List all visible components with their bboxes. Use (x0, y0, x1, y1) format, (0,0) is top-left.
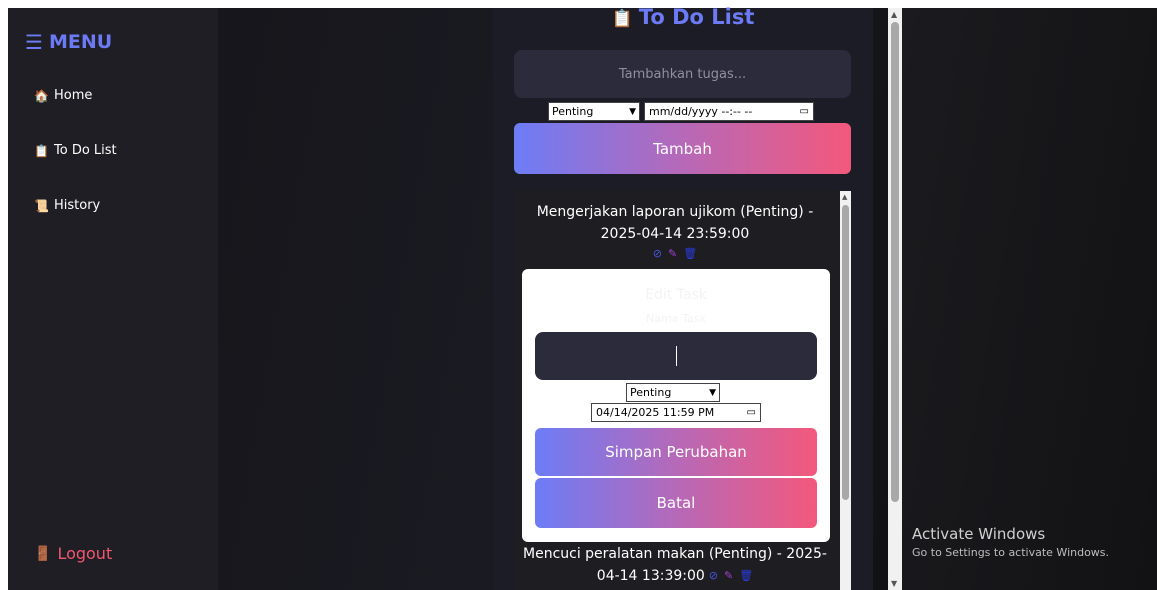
edit-task-input[interactable] (535, 332, 817, 380)
edit-priority-select[interactable]: Penting ▼ (626, 383, 720, 402)
task-text-line: Mencuci peralatan makan (Penting) - 2025… (523, 546, 827, 562)
deadline-placeholder: mm/dd/yyyy --:-- -- (649, 105, 753, 118)
sidebar-item-todo[interactable]: 📋 To Do List (34, 143, 117, 158)
scroll-icon: 📜 (34, 198, 49, 213)
menu-title: ☰ MENU (25, 30, 112, 54)
logout-label: Logout (57, 544, 113, 563)
clipboard-icon: 📋 (34, 143, 49, 158)
deadline-input[interactable]: mm/dd/yyyy --:-- -- ▭ (644, 102, 814, 121)
task-text-line: 2025-04-14 23:59:00 (600, 226, 750, 242)
sidebar-item-history[interactable]: 📜 History (34, 198, 100, 213)
sidebar-item-label: To Do List (54, 143, 117, 158)
modal-title: Edit Task (645, 287, 707, 303)
chevron-down-icon: ▼ (629, 106, 636, 117)
trash-icon[interactable]: 🗑 (683, 247, 697, 260)
priority-select[interactable]: Penting ▼ (548, 102, 640, 121)
logout-link[interactable]: 🚪 Logout (34, 544, 112, 563)
window-scrollbar[interactable]: ▲ ▼ (888, 8, 902, 590)
edit-deadline-value: 04/14/2025 11:59 PM (596, 406, 715, 419)
edit-priority-value: Penting (630, 386, 672, 399)
home-icon: 🏠 (34, 88, 49, 103)
scrollbar-thumb[interactable] (891, 22, 899, 502)
task-text-line: 04-14 13:39:00 (596, 568, 705, 584)
watermark-subtitle: Go to Settings to activate Windows. (912, 546, 1110, 559)
chevron-down-icon: ▼ (709, 387, 716, 398)
scroll-up-arrow-icon[interactable]: ▲ (891, 10, 897, 19)
trash-icon[interactable]: 🗑 (739, 565, 753, 587)
modal-subtitle: Nama Task (646, 312, 706, 325)
sidebar-item-label: History (54, 198, 101, 213)
priority-select-value: Penting (552, 105, 594, 118)
scrollbar-thumb[interactable] (842, 205, 849, 500)
task-actions: ⊘ ✎ 🗑 (514, 247, 836, 260)
scroll-down-arrow-icon[interactable]: ▼ (891, 579, 897, 588)
scroll-up-arrow-icon[interactable]: ▲ (842, 193, 847, 201)
edit-deadline-input[interactable]: 04/14/2025 11:59 PM ▭ (591, 403, 761, 422)
activate-windows-watermark: Activate Windows Go to Settings to activ… (912, 525, 1109, 559)
door-icon: 🚪 (34, 545, 52, 562)
list-item: Mengerjakan laporan ujikom (Penting) - 2… (514, 201, 836, 260)
task-text-line: Mengerjakan laporan ujikom (Penting) - (536, 204, 814, 220)
hamburger-icon: ☰ (25, 30, 43, 54)
todo-panel: 📋To Do List Penting ▼ mm/dd/yyyy --:-- -… (493, 5, 873, 590)
sidebar-item-home[interactable]: 🏠 Home (34, 88, 92, 103)
edit-icon[interactable]: ✎ (668, 247, 677, 260)
right-background (902, 8, 1157, 590)
text-caret (675, 346, 677, 366)
complete-icon[interactable]: ⊘ (709, 565, 718, 587)
calendar-icon[interactable]: ▭ (800, 106, 809, 117)
complete-icon[interactable]: ⊘ (653, 247, 662, 260)
add-task-button[interactable]: Tambah (514, 123, 851, 174)
edit-task-modal: Edit Task Nama Task Penting ▼ 04/14/2025… (522, 269, 830, 542)
cancel-button[interactable]: Batal (535, 478, 817, 528)
task-text-row: 04-14 13:39:00 ⊘ ✎ 🗑 (514, 565, 836, 587)
task-input[interactable] (514, 50, 851, 98)
task-controls: Penting ▼ mm/dd/yyyy --:-- -- ▭ (548, 102, 814, 121)
task-list: Mengerjakan laporan ujikom (Penting) - 2… (514, 191, 851, 590)
menu-title-label: MENU (48, 31, 113, 53)
edit-icon[interactable]: ✎ (724, 565, 733, 587)
save-changes-button[interactable]: Simpan Perubahan (535, 428, 817, 476)
page-title: 📋 To Do List (493, 5, 873, 29)
calendar-icon[interactable]: ▭ (747, 407, 756, 418)
sidebar: ☰ MENU 🏠 Home 📋 To Do List 📜 History 🚪 L… (8, 8, 218, 590)
page-title-text: To Do List (638, 5, 755, 29)
sidebar-item-label: Home (54, 88, 93, 103)
list-item: Mencuci peralatan makan (Penting) - 2025… (514, 543, 836, 587)
list-scrollbar[interactable]: ▲ (840, 191, 851, 590)
watermark-title: Activate Windows (912, 525, 1046, 543)
task-actions: ⊘ ✎ 🗑 (709, 565, 753, 587)
clipboard-icon: 📋 (611, 9, 633, 29)
